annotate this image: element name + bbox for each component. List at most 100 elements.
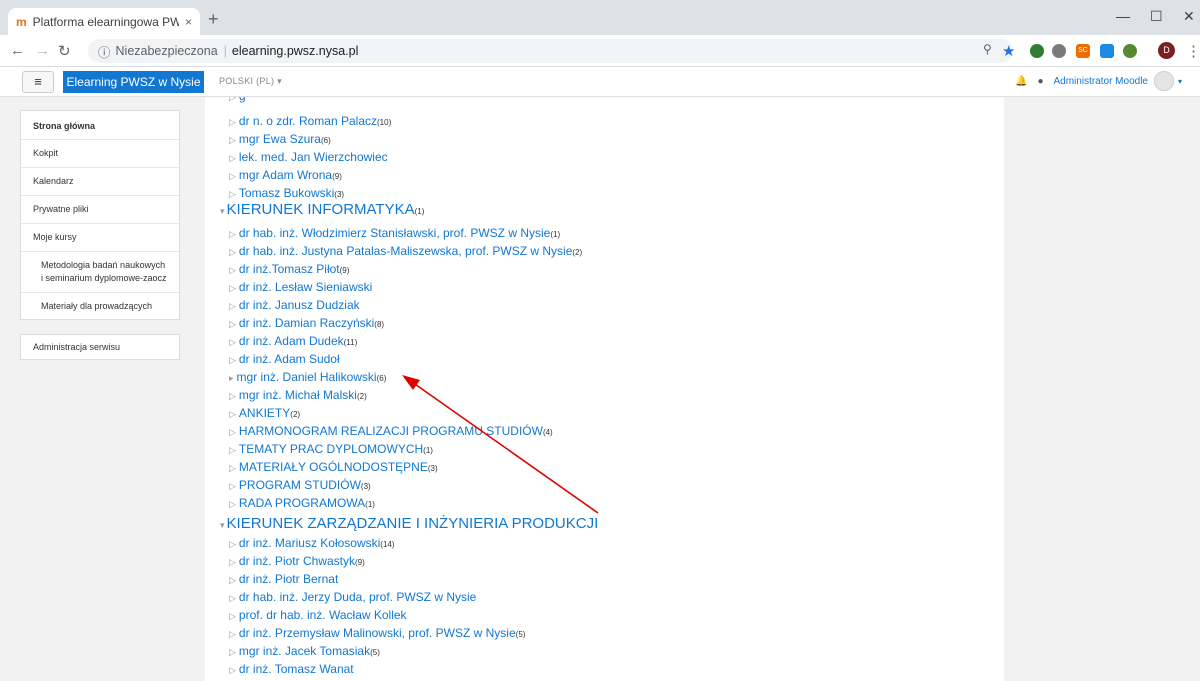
bookmark-star-icon[interactable]: ★ <box>1002 42 1015 60</box>
nav-course-item[interactable]: Metodologia badań naukowych i seminarium… <box>21 252 179 293</box>
site-brand-button[interactable]: Elearning PWSZ w Nysie <box>63 71 204 93</box>
extension-blue-icon[interactable] <box>1100 44 1114 58</box>
extension-globe-icon[interactable] <box>1123 44 1137 58</box>
tree-row[interactable]: ▷ Tomasz Bukowski(3) <box>229 186 344 200</box>
nav-calendar[interactable]: Kalendarz <box>21 168 179 196</box>
tree-category-row[interactable]: ▾ KIERUNEK INFORMATYKA(1) <box>220 201 424 218</box>
item-count: (4) <box>542 428 553 437</box>
extension-gray-icon[interactable] <box>1052 44 1066 58</box>
tree-row[interactable]: ▷ HARMONOGRAM REALIZACJI PROGRAMU STUDIÓW… <box>229 424 553 438</box>
new-tab-button[interactable]: + <box>208 9 219 30</box>
maximize-icon[interactable]: ☐ <box>1150 8 1163 25</box>
tree-row[interactable]: ▷ ANKIETY(2) <box>229 406 300 420</box>
hamburger-menu-button[interactable]: ≡ <box>22 71 54 93</box>
nav-course-item[interactable]: Materiały dla prowadzących <box>21 293 179 319</box>
nav-site-admin[interactable]: Administracja serwisu <box>21 335 179 359</box>
zoom-icon[interactable]: ⚲ <box>983 42 992 56</box>
collapsed-triangle-icon: ▷ <box>229 301 236 311</box>
user-avatar[interactable] <box>1153 71 1174 91</box>
reload-icon[interactable]: ↻ <box>58 42 71 60</box>
minimize-icon[interactable]: — <box>1116 8 1130 24</box>
collapsed-triangle-icon: ▷ <box>229 427 236 437</box>
tree-row-label: MATERIAŁY OGÓLNODOSTĘPNE <box>238 460 428 474</box>
menu-kebab-icon[interactable]: ⋮ <box>1186 42 1200 60</box>
nav-home[interactable]: Strona główna <box>21 111 179 140</box>
tree-row-label: RADA PROGRAMOWA <box>238 496 366 510</box>
tree-row[interactable]: ▷ mgr Ewa Szura(6) <box>229 132 331 146</box>
tree-row[interactable]: ▷ MATERIAŁY OGÓLNODOSTĘPNE(3) <box>229 460 438 474</box>
tree-row-label: dr inż. Adam Dudek <box>238 334 344 348</box>
tree-row[interactable]: ▷ dr inż. Mariusz Kołosowski(14) <box>229 536 395 550</box>
browser-toolbar: ← → ↻ ⓘ Niezabezpieczona | elearning.pws… <box>0 35 1200 67</box>
browser-tab-strip: m Platforma elearningowa PWSZ w × + — ☐ … <box>0 0 1200 35</box>
tree-row[interactable]: ▷ mgr inż. Michał Malski(2) <box>229 388 367 402</box>
item-count: (2) <box>356 392 367 401</box>
tree-row[interactable]: ▷ lek. med. Jan Wierzchowiec <box>229 150 388 164</box>
collapsed-triangle-icon: ▷ <box>229 647 236 657</box>
address-bar[interactable]: ⓘ Niezabezpieczona | elearning.pwsz.nysa… <box>88 39 1013 63</box>
language-selector[interactable]: POLSKI (PL) ▾ <box>219 76 282 87</box>
tree-row[interactable]: ▷ dr inż. Piotr Chwastyk(9) <box>229 554 365 568</box>
profile-avatar[interactable]: D <box>1158 42 1175 59</box>
item-count: (1) <box>414 207 425 216</box>
back-icon[interactable]: ← <box>10 42 25 59</box>
tree-row-label: dr inż. Przemysław Malinowski, prof. PWS… <box>238 626 516 640</box>
tree-row[interactable]: ▷ PROGRAM STUDIÓW(3) <box>229 478 371 492</box>
collapsed-triangle-icon: ▷ <box>229 171 236 181</box>
tree-row[interactable]: ▷ dr inż. Damian Raczyński(8) <box>229 316 384 330</box>
tree-row[interactable]: ▷ dr inż.Tomasz Piłot(9) <box>229 262 349 276</box>
tree-row[interactable]: ▷ dr inż. Przemysław Malinowski, prof. PW… <box>229 626 525 640</box>
moodle-favicon-icon: m <box>16 14 27 29</box>
tree-row[interactable]: ▷ dr inż. Adam Dudek(11) <box>229 334 357 348</box>
tree-row-label: mgr inż. Michał Malski <box>238 388 357 402</box>
nav-my-courses[interactable]: Moje kursy <box>21 224 179 252</box>
browser-tab[interactable]: m Platforma elearningowa PWSZ w × <box>8 8 200 35</box>
nav-private-files[interactable]: Prywatne pliki <box>21 196 179 224</box>
tree-row[interactable]: ▷ dr inż. Piotr Bernat <box>229 572 338 586</box>
collapsed-triangle-icon: ▸ <box>229 373 234 383</box>
tree-row[interactable]: ▷ dr inż. Tomasz Wanat <box>229 662 354 676</box>
item-count: (3) <box>334 190 345 199</box>
chevron-down-icon[interactable]: ▾ <box>1178 77 1182 86</box>
tree-row-label: ANKIETY <box>238 406 291 420</box>
window-close-icon[interactable]: ✕ <box>1183 8 1195 25</box>
expanded-triangle-icon: ▾ <box>220 206 225 216</box>
item-count: (9) <box>354 558 365 567</box>
tree-row[interactable]: ▷ dr inż. Adam Sudoł <box>229 352 340 366</box>
extension-green-icon[interactable] <box>1030 44 1044 58</box>
tree-row-label: dr inż. Mariusz Kołosowski <box>238 536 381 550</box>
tree-row-cut[interactable]: ▷g <box>229 97 246 103</box>
tree-row[interactable]: ▷ mgr inż. Jacek Tomasiak(5) <box>229 644 380 658</box>
collapsed-triangle-icon: ▷ <box>229 229 236 239</box>
extension-sc-icon[interactable]: SC <box>1076 44 1090 58</box>
tree-row[interactable]: ▷ dr hab. inż. Justyna Patalas-Maliszewsk… <box>229 244 582 258</box>
item-count: (5) <box>515 630 526 639</box>
tab-close-icon[interactable]: × <box>185 15 192 29</box>
tree-row[interactable]: ▷ RADA PROGRAMOWA(1) <box>229 496 375 510</box>
item-count: (6) <box>320 136 331 145</box>
bell-icon[interactable]: 🔔 <box>1015 76 1027 87</box>
collapsed-triangle-icon: ▷ <box>229 499 236 509</box>
nav-dashboard[interactable]: Kokpit <box>21 140 179 168</box>
forward-icon[interactable]: → <box>35 42 50 59</box>
chat-bubble-icon[interactable]: ● <box>1037 76 1043 87</box>
tree-row[interactable]: ▷ dr hab. inż. Włodzimierz Stanisławski, … <box>229 226 560 240</box>
tree-row[interactable]: ▷ dr inż. Janusz Dudziak <box>229 298 360 312</box>
collapsed-triangle-icon: ▷ <box>229 629 236 639</box>
tree-row[interactable]: ▷ dr n. o zdr. Roman Palacz(10) <box>229 114 391 128</box>
tree-row-label: dr inż. Tomasz Wanat <box>238 662 354 676</box>
collapsed-triangle-icon: ▷ <box>229 265 236 275</box>
collapsed-triangle-icon: ▷ <box>229 665 236 675</box>
tree-row[interactable]: ▸ mgr inż. Daniel Halikowski(6) <box>229 370 386 384</box>
tree-row[interactable]: ▷ dr inż. Lesław Sieniawski <box>229 280 372 294</box>
item-count: (1) <box>423 446 433 455</box>
tree-row[interactable]: ▷ mgr Adam Wrona(9) <box>229 168 342 182</box>
user-name[interactable]: Administrator Moodle <box>1054 76 1148 87</box>
tree-row[interactable]: ▷ prof. dr hab. inż. Wacław Kollek <box>229 608 407 622</box>
right-column <box>1004 97 1200 681</box>
tree-row[interactable]: ▷ TEMATY PRAC DYPLOMOWYCH(1) <box>229 442 433 456</box>
tree-row[interactable]: ▷ dr hab. inż. Jerzy Duda, prof. PWSZ w N… <box>229 590 476 604</box>
item-count: (1) <box>365 500 375 509</box>
tree-category-row[interactable]: ▾ KIERUNEK ZARZĄDZANIE I INŻYNIERIA PRODU… <box>220 515 598 532</box>
tree-row-label: KIERUNEK ZARZĄDZANIE I INŻYNIERIA PRODUK… <box>226 515 599 532</box>
